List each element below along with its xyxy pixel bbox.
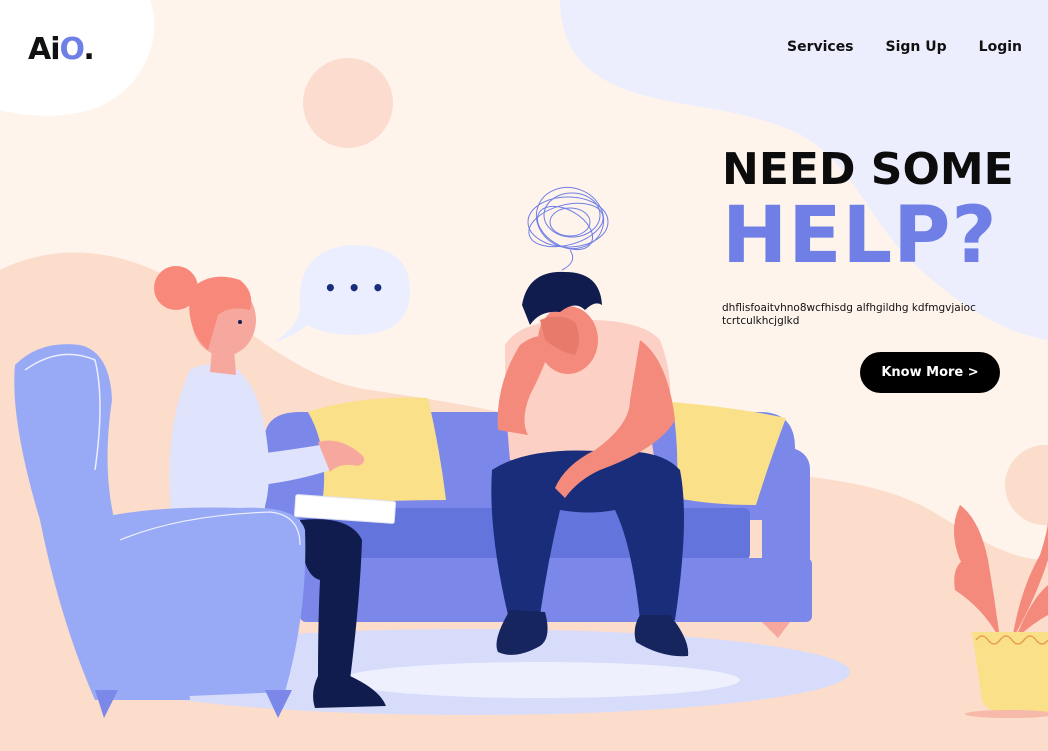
right-pink-circle xyxy=(1005,445,1048,525)
armchair-seat xyxy=(86,507,306,700)
hero-heading: NEED SOME HELP? xyxy=(722,144,1022,281)
hero-title-line2: HELP? xyxy=(722,191,998,281)
logo-o: O xyxy=(59,32,85,67)
top-nav: Services Sign Up Login xyxy=(787,39,1022,55)
plant-pot xyxy=(972,632,1048,714)
rug-inner xyxy=(340,662,740,698)
nav-login-link[interactable]: Login xyxy=(979,39,1022,55)
peach-circle xyxy=(303,58,393,148)
woman-eye xyxy=(238,320,242,324)
speech-bubble-dots: • • • xyxy=(324,276,387,300)
sofa-base xyxy=(300,558,812,622)
nav-signup-link[interactable]: Sign Up xyxy=(886,39,947,55)
logo-dot: . xyxy=(83,32,94,67)
scribble-thought xyxy=(527,187,609,271)
know-more-button[interactable]: Know More > xyxy=(860,352,1000,393)
hero-title-line1: NEED SOME xyxy=(722,144,1014,195)
brand-logo[interactable]: AiO. xyxy=(28,32,95,67)
logo-prefix: Ai xyxy=(28,32,61,67)
nav-services-link[interactable]: Services xyxy=(787,39,854,55)
hero-description: dhflisfoaitvhno8wcfhisdg alfhgildhg kdfm… xyxy=(722,302,976,327)
